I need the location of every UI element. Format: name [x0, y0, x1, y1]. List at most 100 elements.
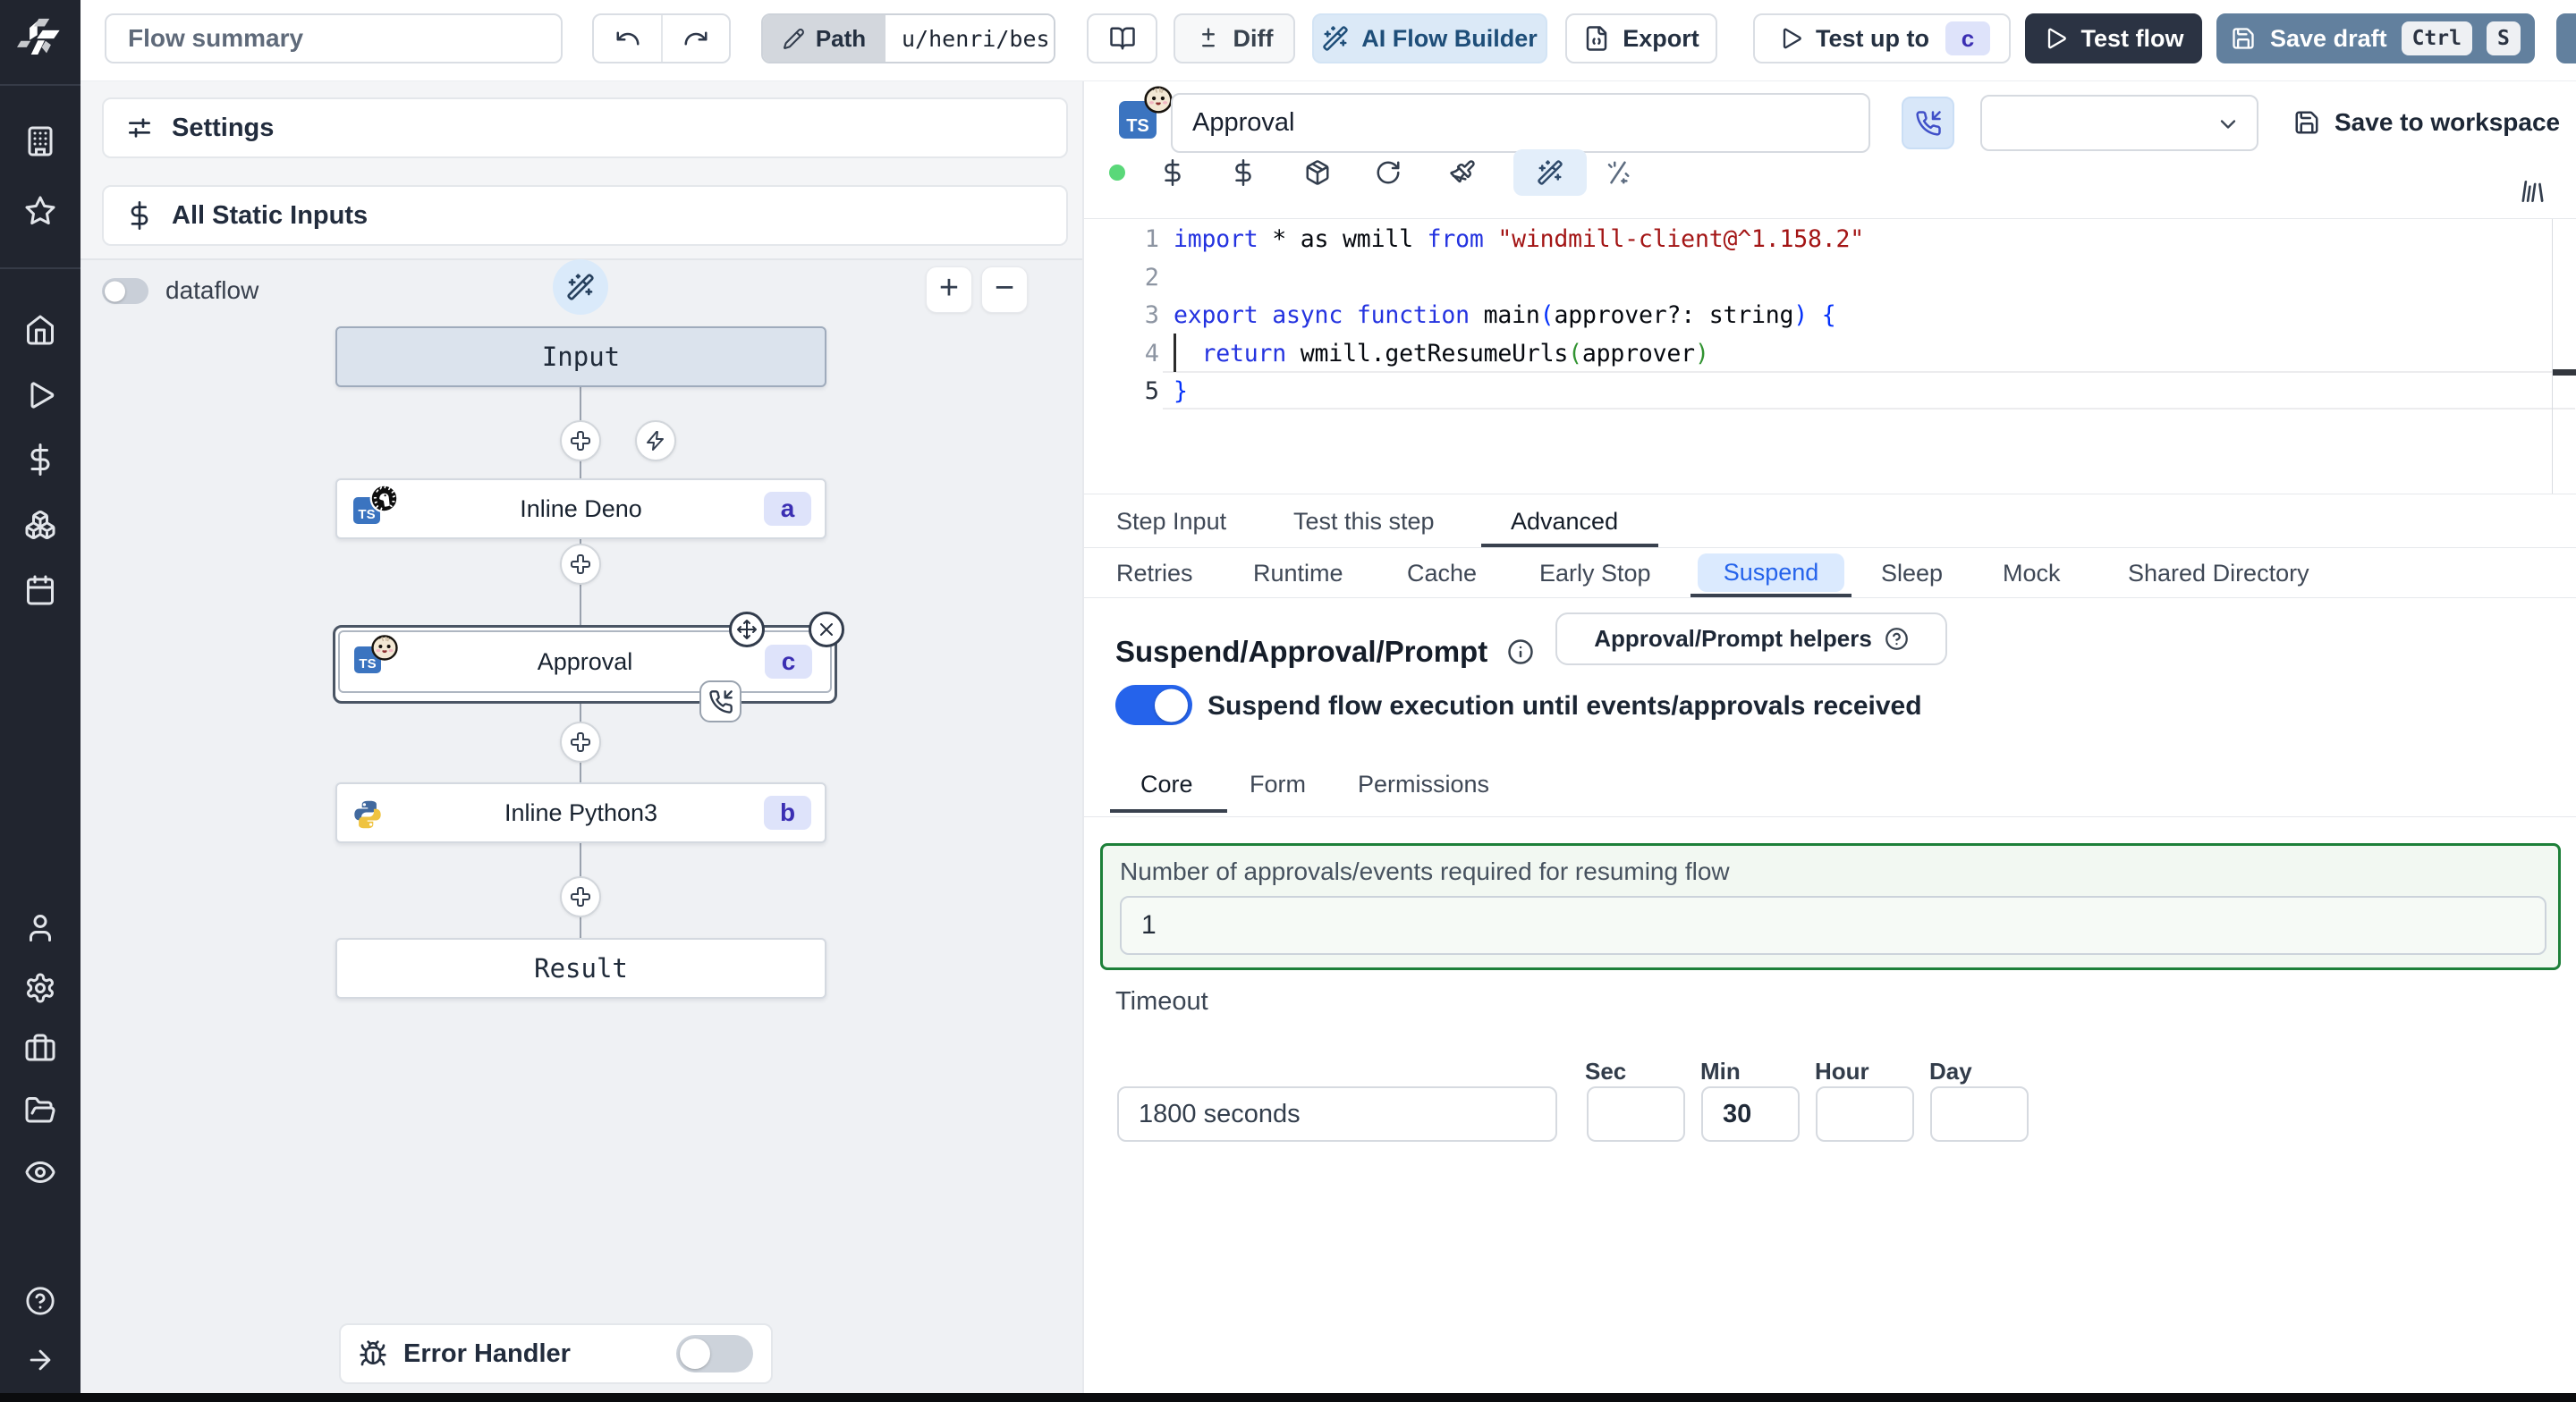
- workspace-building-icon[interactable]: [24, 125, 56, 157]
- timeout-label: Timeout: [1115, 987, 1208, 1016]
- subtab-shared-directory[interactable]: Shared Directory: [2128, 560, 2309, 587]
- redo-button[interactable]: [663, 15, 729, 62]
- settings-gear-icon[interactable]: [24, 972, 56, 1004]
- diff-button[interactable]: Diff: [1174, 13, 1295, 63]
- flow-graph-panel: Settings All Static Inputs dataflow + − …: [80, 81, 1082, 1402]
- flow-summary-input[interactable]: [105, 13, 563, 63]
- library-icon[interactable]: [2520, 177, 2548, 206]
- suspend-phone-button[interactable]: [1902, 97, 1954, 149]
- flow-node-input[interactable]: Input: [335, 326, 826, 387]
- reload-icon[interactable]: [1375, 159, 1402, 186]
- schedules-calendar-icon[interactable]: [24, 574, 56, 606]
- delete-node-button[interactable]: [809, 612, 844, 647]
- test-up-to-label: Test up to: [1816, 24, 1929, 52]
- save-icon: [2293, 109, 2320, 136]
- folders-icon[interactable]: [24, 1094, 56, 1127]
- script-version-select[interactable]: [1980, 95, 2258, 151]
- add-trigger-bolt-button[interactable]: [635, 420, 676, 461]
- ai-flow-builder-button[interactable]: AI Flow Builder: [1312, 13, 1547, 63]
- deploy-button-partial[interactable]: [2556, 13, 2576, 63]
- flow-node-result[interactable]: Result: [335, 938, 826, 999]
- timeout-sec-input[interactable]: [1587, 1086, 1685, 1142]
- save-to-workspace-button[interactable]: Save to workspace: [2293, 108, 2560, 137]
- coretab-core[interactable]: Core: [1140, 771, 1193, 798]
- save-draft-label: Save draft: [2270, 24, 2387, 52]
- required-events-input[interactable]: [1120, 896, 2546, 955]
- resources-boxes-icon[interactable]: [24, 509, 56, 541]
- docs-book-button[interactable]: [1087, 13, 1157, 63]
- variables-dollar-icon[interactable]: [1230, 159, 1257, 186]
- tab-step-input[interactable]: Step Input: [1116, 508, 1226, 536]
- subtab-retries[interactable]: Retries: [1116, 560, 1193, 587]
- test-up-to-button[interactable]: Test up to c: [1753, 13, 2011, 63]
- settings-button[interactable]: Settings: [102, 97, 1068, 158]
- zoom-in-button[interactable]: +: [926, 266, 972, 313]
- package-icon: [1304, 159, 1331, 186]
- path-button[interactable]: Path: [763, 15, 886, 62]
- save-draft-button[interactable]: Save draft Ctrl S: [2216, 13, 2535, 63]
- reload-icon: [1375, 159, 1402, 186]
- undo-button[interactable]: [594, 15, 663, 62]
- subtab-cache[interactable]: Cache: [1407, 560, 1477, 587]
- overview-ruler-cursor-mark: [2553, 369, 2576, 376]
- code-line-1: import * as wmill from "windmill-client@…: [1174, 225, 1864, 253]
- path-value[interactable]: u/henri/bes: [886, 15, 1054, 62]
- format-brush-icon[interactable]: [1449, 159, 1476, 186]
- help-icon[interactable]: [25, 1286, 55, 1316]
- required-events-label: Number of approvals/events required for …: [1120, 857, 1730, 885]
- text-cursor: [1174, 334, 1176, 372]
- dataflow-toggle[interactable]: [102, 278, 148, 304]
- collapse-sidebar-icon[interactable]: [25, 1345, 55, 1375]
- test-flow-button[interactable]: Test flow: [2025, 13, 2202, 63]
- add-step-button-1[interactable]: [560, 420, 601, 461]
- subtab-runtime[interactable]: Runtime: [1253, 560, 1343, 587]
- coretab-form[interactable]: Form: [1250, 771, 1306, 798]
- export-button[interactable]: Export: [1565, 13, 1717, 63]
- add-step-button-3[interactable]: [560, 722, 601, 763]
- flow-node-inline-python[interactable]: Inline Python3 b: [335, 782, 826, 843]
- move-node-handle[interactable]: [729, 612, 765, 647]
- ai-wand-active-button[interactable]: [1513, 149, 1587, 196]
- subtab-suspend-active[interactable]: Suspend: [1698, 553, 1844, 592]
- code-editor[interactable]: 1 2 3 4 5 import * as wmill from "windmi…: [1084, 219, 2576, 494]
- timeout-min-input[interactable]: [1701, 1086, 1800, 1142]
- step-name-input[interactable]: [1171, 93, 1870, 153]
- variables-dollar-icon[interactable]: [24, 443, 56, 476]
- suspend-toggle-on[interactable]: [1115, 685, 1192, 725]
- timeout-day-input[interactable]: [1930, 1086, 2029, 1142]
- graph-ai-wand-button[interactable]: [553, 259, 608, 315]
- coretab-permissions[interactable]: Permissions: [1358, 771, 1489, 798]
- audit-eye-icon[interactable]: [24, 1156, 56, 1188]
- error-handler-toggle[interactable]: [676, 1335, 753, 1372]
- bug-icon: [359, 1339, 387, 1368]
- kbd-s: S: [2486, 21, 2521, 55]
- home-icon[interactable]: [24, 314, 56, 346]
- timeout-display-input[interactable]: [1117, 1086, 1557, 1142]
- ai-fix-sparkles-icon[interactable]: [1605, 159, 1631, 186]
- tab-test-this-step[interactable]: Test this step: [1293, 508, 1435, 536]
- approval-prompt-helpers-button[interactable]: Approval/Prompt helpers: [1555, 612, 1947, 665]
- user-icon[interactable]: [24, 912, 56, 944]
- deno-node-badge: a: [764, 492, 811, 526]
- info-icon[interactable]: [1507, 638, 1534, 665]
- package-reload-icon[interactable]: [1304, 159, 1331, 186]
- tab-advanced[interactable]: Advanced: [1511, 508, 1618, 536]
- flow-node-inline-deno[interactable]: TS Inline Deno a: [335, 478, 826, 539]
- add-step-button-4[interactable]: [560, 876, 601, 917]
- all-static-inputs-button[interactable]: All Static Inputs: [102, 185, 1068, 246]
- library-icon: [2518, 177, 2550, 206]
- windmill-logo[interactable]: [17, 14, 64, 61]
- subtab-early-stop[interactable]: Early Stop: [1539, 560, 1651, 587]
- timeout-hour-input[interactable]: [1816, 1086, 1914, 1142]
- add-step-button-2[interactable]: [560, 544, 601, 585]
- workers-briefcase-icon[interactable]: [24, 1033, 56, 1065]
- undo-redo-group: [592, 13, 731, 63]
- runs-play-icon[interactable]: [24, 379, 56, 411]
- wand-sparkles-icon: [566, 273, 595, 301]
- line-number-active: 5: [1144, 377, 1159, 405]
- favorites-star-icon[interactable]: [24, 195, 56, 227]
- assets-dollar-icon[interactable]: [1159, 159, 1186, 186]
- zoom-out-button[interactable]: −: [981, 266, 1028, 313]
- subtab-sleep[interactable]: Sleep: [1881, 560, 1943, 587]
- subtab-mock[interactable]: Mock: [2003, 560, 2061, 587]
